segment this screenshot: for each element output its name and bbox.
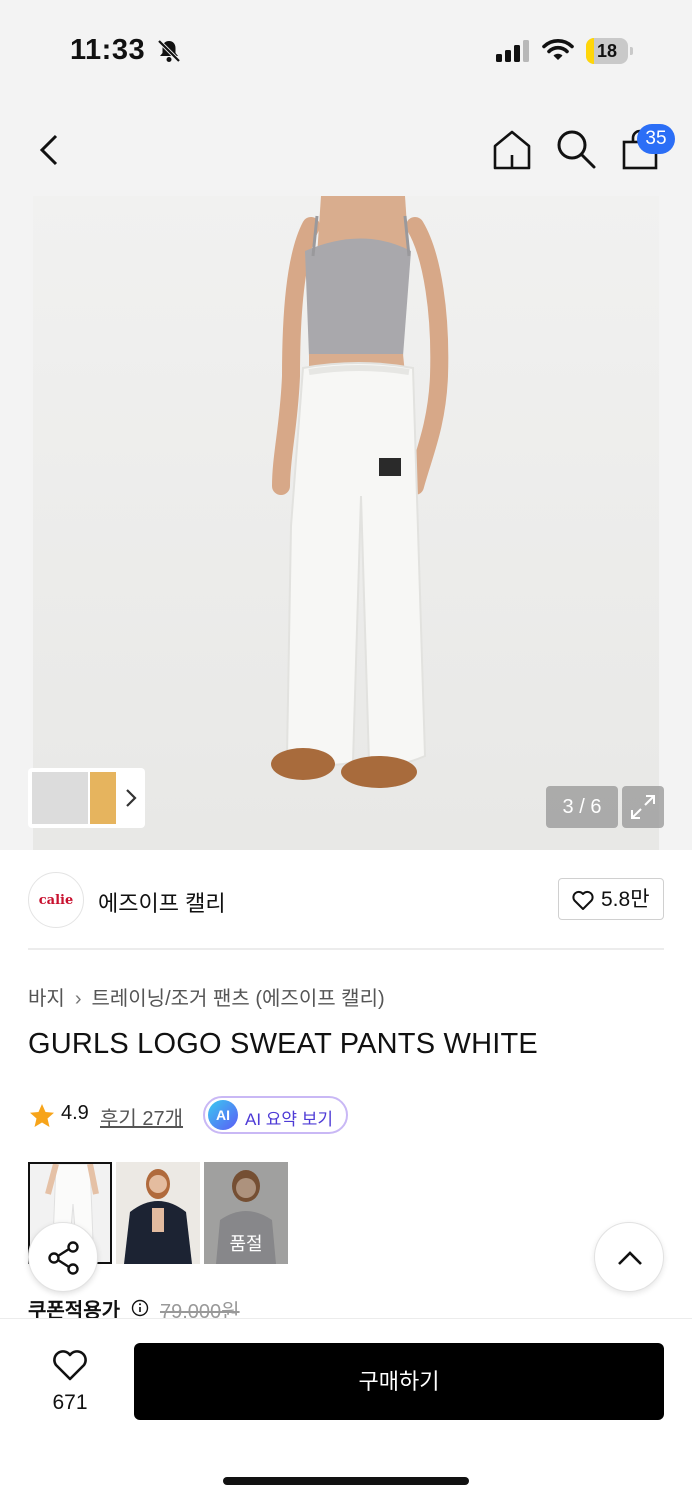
ai-badge: AI (208, 1100, 238, 1130)
breadcrumb-category[interactable]: 바지 (28, 988, 65, 1010)
expand-button[interactable] (622, 786, 664, 828)
buy-button[interactable]: 구매하기 (134, 1343, 664, 1420)
gallery-thumbnail[interactable] (90, 772, 116, 824)
star-icon (30, 1104, 54, 1127)
rating-row: 4.9 후기 27개 AI AI 요약 보기 (28, 1096, 668, 1136)
gallery-thumbnail-strip[interactable] (28, 768, 145, 828)
brand-like-count: 5.8만 (601, 888, 650, 911)
review-link[interactable]: 후기 27개 (100, 1102, 183, 1131)
status-time: 11:33 (70, 34, 146, 66)
product-photo[interactable] (33, 196, 659, 850)
brand-name[interactable]: 에즈이프 캘리 (98, 886, 226, 918)
model-illustration (271, 196, 449, 788)
bell-slash-icon (157, 39, 181, 63)
scroll-to-top-button[interactable] (594, 1222, 664, 1292)
battery-icon: 18 (586, 38, 633, 64)
chevron-right-icon: › (74, 988, 82, 1010)
chevron-right-icon[interactable] (122, 784, 140, 812)
wifi-icon (542, 39, 574, 60)
brand-row[interactable]: calie 에즈이프 캘리 5.8만 (0, 850, 692, 950)
breadcrumb: 바지 › 트레이닝/조거 팬츠 (에즈이프 캘리) (28, 982, 385, 1011)
wishlist-button[interactable]: 671 (30, 1349, 110, 1425)
rating-value: 4.9 (61, 1102, 89, 1124)
info-icon[interactable] (131, 1299, 149, 1317)
cart-count-badge: 35 (637, 124, 675, 154)
wishlist-count: 671 (52, 1391, 88, 1414)
nav-bar (0, 100, 692, 196)
home-indicator[interactable] (223, 1477, 469, 1485)
share-icon (48, 1241, 79, 1275)
price-row: 쿠폰적용가 79,000원 (28, 1294, 428, 1323)
expand-icon (631, 795, 655, 819)
search-icon[interactable] (555, 128, 597, 170)
ai-summary-button[interactable]: AI AI 요약 보기 (203, 1096, 348, 1134)
sold-out-overlay: 품절 (204, 1162, 288, 1264)
back-icon[interactable] (30, 130, 70, 170)
signal-icon (496, 40, 529, 62)
ai-summary-label: AI 요약 보기 (245, 1110, 334, 1129)
option-thumbnail-black[interactable] (116, 1162, 200, 1264)
product-title: GURLS LOGO SWEAT PANTS WHITE (28, 1028, 538, 1060)
heart-icon (53, 1350, 87, 1381)
share-button[interactable] (28, 1222, 98, 1292)
breadcrumb-subcategory[interactable]: 트레이닝/조거 팬츠 (에즈이프 캘리) (91, 988, 384, 1010)
divider (28, 948, 664, 950)
option-image (116, 1162, 200, 1264)
brand-logo[interactable]: calie (28, 872, 84, 928)
brand-like-button[interactable]: 5.8만 (558, 878, 664, 920)
home-icon[interactable] (490, 128, 534, 172)
gallery-thumbnail[interactable] (32, 772, 88, 824)
battery-level: 18 (596, 41, 618, 61)
gallery-page-indicator: 3 / 6 (546, 786, 618, 828)
status-bar: 11:33 18 (0, 0, 692, 100)
product-gallery[interactable]: 3 / 6 (0, 196, 692, 850)
bottom-action-bar: 671 구매하기 (0, 1318, 692, 1500)
heart-icon (572, 890, 594, 910)
option-thumbnail-grey[interactable]: 품절 (204, 1162, 288, 1264)
chevron-up-icon (618, 1251, 642, 1265)
